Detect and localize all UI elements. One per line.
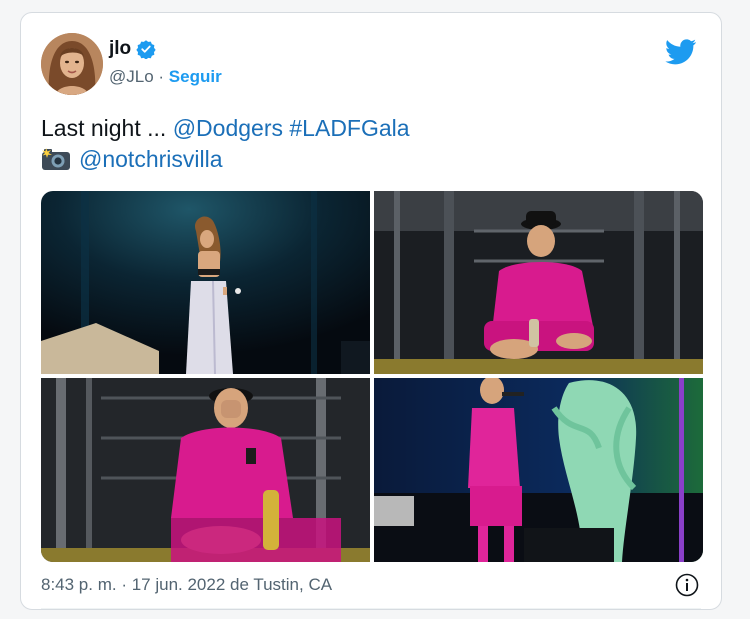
verified-badge-icon [136, 40, 156, 59]
mention-notchrisvilla-link[interactable]: @notchrisvilla [79, 146, 223, 172]
handle-separator: · [153, 67, 169, 86]
photo-3[interactable] [41, 378, 370, 562]
avatar-image [41, 33, 103, 95]
tweet-text: Last night ... @Dodgers #LADFGala @notch… [41, 113, 410, 175]
photo-3-image [41, 378, 370, 562]
photo-1[interactable] [41, 191, 370, 374]
tweet-meta: 8:43 p. m. · 17 jun. 2022 de Tustin, CA [41, 575, 332, 595]
info-icon[interactable] [675, 573, 699, 597]
camera-flash-icon [42, 148, 70, 170]
tweet-text-line-2: @notchrisvilla [41, 144, 410, 175]
photo-2-image [374, 191, 703, 374]
avatar[interactable] [41, 33, 103, 95]
tweet-card: jlo @JLo · Seguir Last night ... @Dodger… [20, 12, 722, 610]
hashtag-ladfgala-link[interactable]: #LADFGala [289, 115, 409, 141]
photo-grid [41, 191, 703, 562]
card-bottom-divider [41, 608, 701, 609]
photo-4[interactable] [374, 378, 703, 562]
author-handle-row: @JLo · Seguir [109, 67, 222, 87]
tweet-text-prefix: Last night ... [41, 115, 173, 141]
twitter-bird-icon[interactable] [665, 39, 697, 65]
photo-4-image [374, 378, 703, 562]
author-name-row: jlo [109, 38, 156, 60]
photo-2[interactable] [374, 191, 703, 374]
tweet-text-line-1: Last night ... @Dodgers #LADFGala [41, 113, 410, 144]
follow-button[interactable]: Seguir [169, 67, 222, 86]
mention-dodgers-link[interactable]: @Dodgers [173, 115, 283, 141]
author-display-name[interactable]: jlo [109, 38, 131, 60]
author-handle[interactable]: @JLo [109, 67, 154, 86]
tweet-location: de Tustin, CA [225, 575, 333, 594]
photo-1-image [41, 191, 370, 374]
tweet-timestamp[interactable]: 8:43 p. m. · 17 jun. 2022 [41, 575, 225, 594]
